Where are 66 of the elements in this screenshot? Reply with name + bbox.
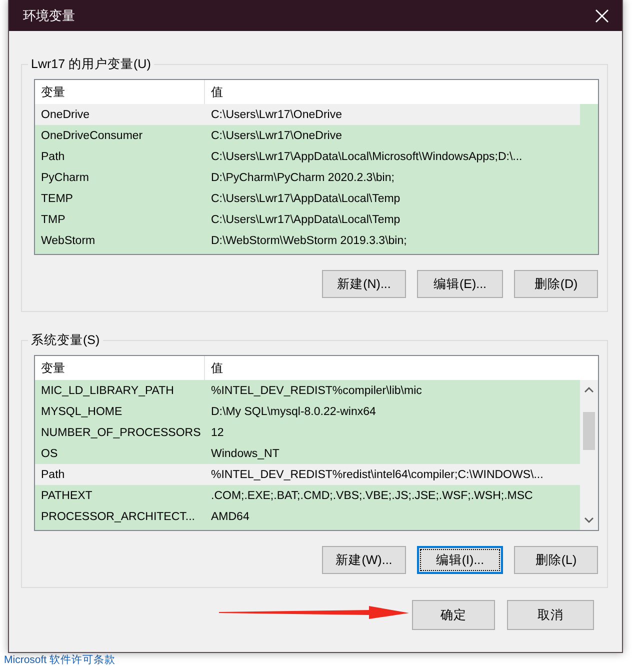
variable-row[interactable]: PyCharm D:\PyCharm\PyCharm 2020.2.3\bin; [35, 167, 580, 188]
variable-row[interactable]: PATHEXT .COM;.EXE;.BAT;.CMD;.VBS;.VBE;.JS;.JSE;.WSF;.WSH;.MSC [35, 485, 580, 506]
variable-list[interactable] [34, 355, 599, 531]
variable-value: C:\Users\Lwr17\AppData\Local\Microsoft\WindowsApps;D:\... [210, 150, 524, 162]
variable-name: MIC_LD_LIBRARY_PATH [40, 384, 175, 396]
dialog-button[interactable]: 新建(W)... [322, 546, 406, 574]
variable-row[interactable]: OneDrive C:\Users\Lwr17\OneDrive [35, 104, 580, 125]
variable-name: WebStorm [40, 234, 96, 246]
variable-row[interactable]: MYSQL_HOME D:\My SQL\mysql-8.0.22-winx64 [35, 401, 580, 422]
dialog-button[interactable]: 新建(N)... [322, 270, 406, 298]
variable-row[interactable]: WebStorm D:\WebStorm\WebStorm 2019.3.3\bin; [35, 230, 580, 251]
variable-row[interactable]: PROCESSOR_ARCHITECT... AMD64 [35, 506, 580, 527]
variable-row[interactable]: TMP C:\Users\Lwr17\AppData\Local\Temp [35, 209, 580, 230]
variable-value: %INTEL_DEV_REDIST%compiler\lib\mic [210, 384, 423, 396]
variable-name: NUMBER_OF_PROCESSORS [40, 426, 202, 438]
variable-name: MYSQL_HOME [40, 406, 124, 418]
dialog-button[interactable]: 取消 [507, 600, 594, 630]
column-header[interactable]: 值 [205, 356, 580, 380]
variable-value: Windows_NT [210, 448, 280, 460]
variable-value: C:\Users\Lwr17\AppData\Local\Temp [210, 214, 402, 226]
dialog-button[interactable]: 确定 [412, 600, 495, 630]
variable-value: 12 [210, 426, 225, 438]
variable-row[interactable]: Path %INTEL_DEV_REDIST%redist\intel64\compiler;C:\WINDOWS\... [35, 464, 580, 485]
variable-name: Path [40, 468, 66, 480]
variable-row[interactable]: NUMBER_OF_PROCESSORS 12 [35, 422, 580, 443]
dialog-button[interactable]: 编辑(E)... [417, 270, 503, 298]
dialog-button[interactable]: 删除(D) [514, 270, 598, 298]
variable-name: TMP [40, 214, 66, 226]
group-title: 系统变量(S) [30, 332, 101, 349]
variable-list[interactable] [34, 79, 599, 255]
group-title: Lwr17 的用户变量(U) [30, 56, 152, 73]
scroll-up-icon[interactable] [584, 386, 594, 394]
variable-value: .COM;.EXE;.BAT;.CMD;.VBS;.VBE;.JS;.JSE;.WSF;.WSH;.MSC [210, 490, 534, 502]
variable-name: TEMP [40, 192, 74, 204]
dialog-button[interactable]: 编辑(I)... [417, 546, 503, 574]
column-header[interactable]: 变量 [35, 356, 205, 380]
variable-row[interactable]: MIC_LD_LIBRARY_PATH %INTEL_DEV_REDIST%compiler\lib\mic [35, 380, 580, 401]
variable-name: Path [40, 150, 66, 162]
variable-name: PROCESSOR_ARCHITECT... [40, 510, 196, 522]
dialog-button[interactable]: 删除(L) [514, 546, 598, 574]
variable-value: D:\My SQL\mysql-8.0.22-winx64 [210, 406, 377, 418]
header-filler [580, 80, 598, 104]
variable-row[interactable]: TEMP C:\Users\Lwr17\AppData\Local\Temp [35, 188, 580, 209]
variable-value: C:\Users\Lwr17\AppData\Local\Temp [210, 192, 402, 204]
variable-value: AMD64 [210, 510, 250, 522]
variable-value: %INTEL_DEV_REDIST%redist\intel64\compiler;C:\WINDOWS\... [210, 468, 544, 480]
variable-name: OS [40, 448, 59, 460]
variable-value: C:\Users\Lwr17\OneDrive [210, 130, 344, 142]
column-header[interactable]: 值 [205, 80, 580, 104]
variable-name: PATHEXT [40, 490, 94, 502]
variable-name: OneDrive [40, 108, 91, 120]
variable-row[interactable]: Path C:\Users\Lwr17\AppData\Local\Microsoft\WindowsApps;D:\... [35, 146, 580, 167]
variable-row[interactable]: OS Windows_NT [35, 443, 580, 464]
variable-value: D:\PyCharm\PyCharm 2020.2.3\bin; [210, 172, 396, 184]
variable-value: D:\WebStorm\WebStorm 2019.3.3\bin; [210, 234, 408, 246]
variable-name: PyCharm [40, 172, 90, 184]
variable-value: C:\Users\Lwr17\OneDrive [210, 108, 344, 120]
header-filler [580, 356, 598, 380]
variable-name: OneDriveConsumer [40, 130, 144, 142]
variable-row[interactable]: OneDriveConsumer C:\Users\Lwr17\OneDrive [35, 125, 580, 146]
background-link[interactable]: Microsoft 软件许可条款 [4, 654, 116, 666]
scrollbar-thumb[interactable] [583, 412, 595, 450]
close-icon [595, 8, 609, 22]
window-title: 环境变量 [23, 6, 75, 24]
scroll-down-icon[interactable] [584, 516, 594, 524]
scrollbar[interactable] [580, 356, 598, 530]
